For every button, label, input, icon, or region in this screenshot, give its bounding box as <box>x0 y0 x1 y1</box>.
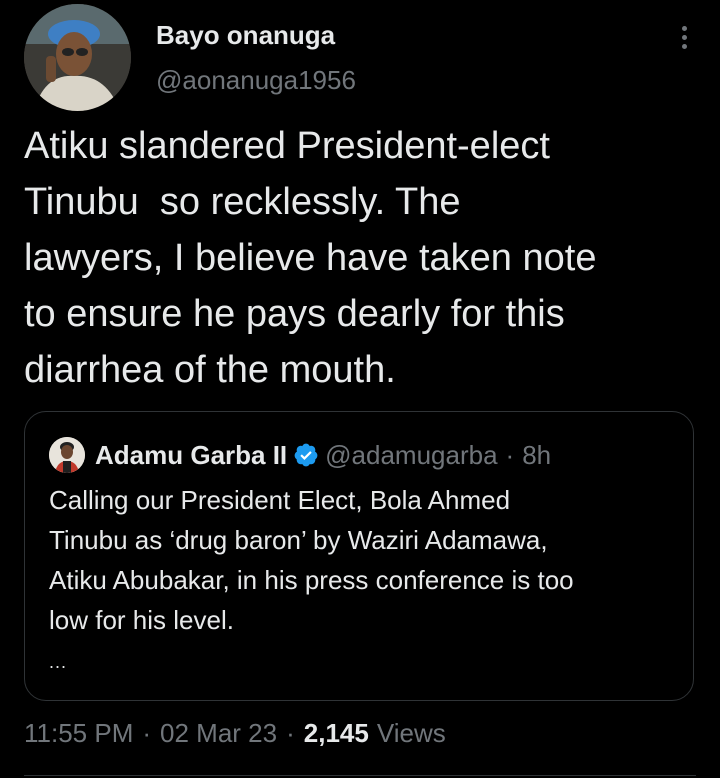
tweet-meta: 11:55 PM · 02 Mar 23 · 2,145 Views <box>24 715 446 751</box>
quoted-tweet-text: Calling our President Elect, Bola Ahmed … <box>49 485 574 635</box>
quoted-tweet-card[interactable]: Adamu Garba II @adamugarba · 8h Calling … <box>24 411 694 701</box>
verified-badge-icon <box>294 443 318 467</box>
quoted-tweet-header: Adamu Garba II @adamugarba · 8h <box>49 437 551 473</box>
quoted-author-display-name[interactable]: Adamu Garba II <box>95 440 287 471</box>
quoted-ellipsis: ... <box>49 652 68 672</box>
views-count[interactable]: 2,145 <box>304 718 369 748</box>
author-handle[interactable]: @aonanuga1956 <box>156 63 356 97</box>
more-dot-icon <box>681 26 687 31</box>
meta-separator: · <box>286 718 295 748</box>
more-dot-icon <box>681 44 687 49</box>
more-dot-icon <box>681 35 687 40</box>
quoted-avatar-photo-icon <box>49 437 85 473</box>
author-avatar[interactable] <box>24 4 131 111</box>
divider <box>24 775 696 776</box>
meta-separator: · <box>142 718 152 748</box>
quoted-author-handle[interactable]: @adamugarba <box>325 440 497 471</box>
quoted-author-avatar[interactable] <box>49 437 85 473</box>
views-label[interactable]: Views <box>377 718 446 748</box>
tweet-date[interactable]: 02 Mar 23 <box>160 718 277 748</box>
more-options-button[interactable] <box>672 22 696 62</box>
tweet: Bayo onanuga @aonanuga1956 Atiku slander… <box>0 0 720 778</box>
quoted-timestamp[interactable]: 8h <box>522 440 551 471</box>
tweet-header: Bayo onanuga @aonanuga1956 <box>24 4 696 114</box>
quoted-separator: · <box>505 439 515 470</box>
tweet-text: Atiku slandered President-elect Tinubu s… <box>24 125 597 391</box>
tweet-time[interactable]: 11:55 PM <box>24 718 133 748</box>
author-display-name[interactable]: Bayo onanuga <box>156 18 356 52</box>
avatar-photo-icon <box>24 4 131 111</box>
author-name-block: Bayo onanuga @aonanuga1956 <box>156 18 356 97</box>
